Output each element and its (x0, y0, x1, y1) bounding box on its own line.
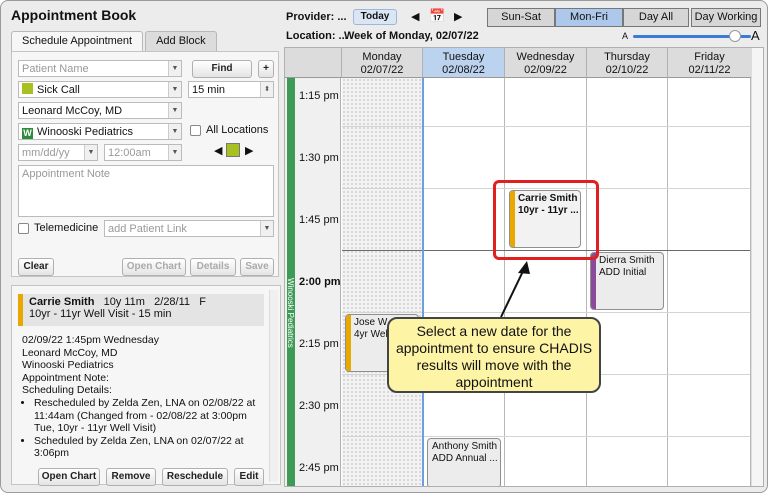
arrow-head (518, 261, 530, 274)
app-window: Appointment Book Schedule Appointment Ad… (0, 0, 768, 493)
callout-arrow (500, 261, 530, 318)
callout-note: Select a new date for the appointment to… (387, 317, 601, 393)
arrow-line (500, 266, 526, 318)
